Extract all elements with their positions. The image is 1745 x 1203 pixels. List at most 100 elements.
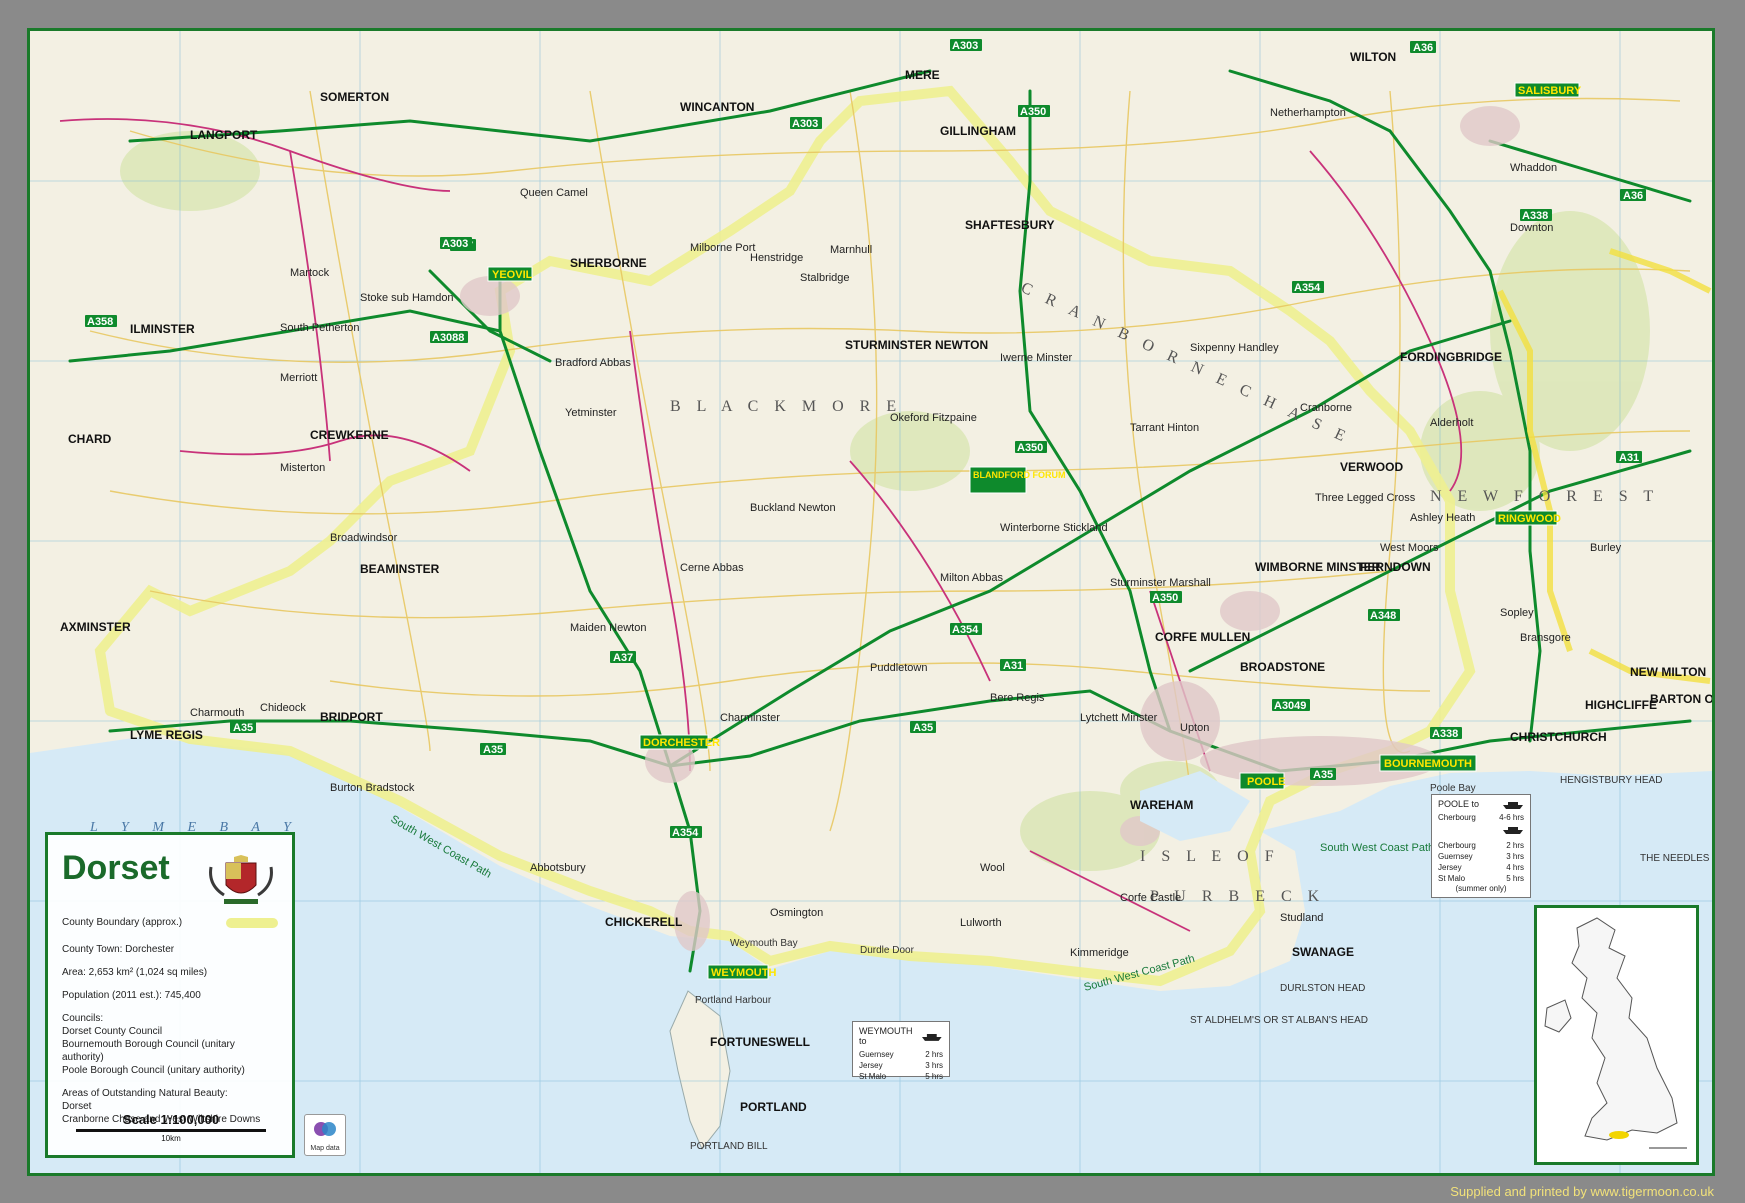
boundary-key-label: County Boundary (approx.) [62,917,183,928]
road-badge-a36: A36 [1410,41,1436,54]
village-label: Osmington [770,907,823,919]
village-label: Three Legged Cross [1315,492,1416,504]
town-shaftesbury: SHAFTESBURY [965,218,1055,232]
ferry-box-weymouth: WEYMOUTH to Guernsey 2 hrs Jersey 3 hrs St… [852,1021,950,1081]
area-label-new-forest: N E W F O R E S T [1430,488,1659,505]
boundary-swatch [226,917,278,928]
coat-of-arms-icon [209,855,273,904]
svg-text:A348: A348 [1370,610,1396,622]
ferry-poole-row-2: Guernsey 3 hrs [1438,852,1524,861]
inset-locator-map [1534,905,1699,1165]
dorset-marker [1609,1131,1629,1139]
town-portland: PORTLAND [740,1100,807,1114]
town-wilton: WILTON [1350,50,1396,64]
town-ferndown: FERNDOWN [1360,560,1431,574]
town-ilminster: ILMINSTER [130,322,195,336]
village-label: Misterton [280,462,325,474]
ferry-weymouth-row-0: Guernsey 2 hrs [859,1050,943,1059]
town-sturminster-newton: STURMINSTER NEWTON [845,338,988,352]
village-label: Milborne Port [690,242,755,254]
village-label: Martock [290,267,330,279]
scale-bar [76,1129,266,1132]
village-label: Milton Abbas [940,572,1003,584]
road-badge-a35: A35 [480,743,506,756]
svg-text:POOLE: POOLE [1247,776,1286,788]
aonb-heading: Areas of Outstanding Natural Beauty: [62,1088,228,1099]
road-badge-a350: A350 [1018,105,1050,118]
svg-text:YEOVIL: YEOVIL [492,269,533,281]
ferry-poole-title: POOLE to [1438,799,1480,809]
area-text: Area: 2,653 km² (1,024 sq miles) [62,967,208,978]
village-label: Chideock [260,702,306,714]
population-text: Population (2011 est.): 745,400 [62,990,201,1001]
road-badge-a35: A35 [230,721,256,734]
svg-text:A31: A31 [1003,660,1023,672]
village-label: Yetminster [565,407,617,419]
ferry-poole-row-1: Cherbourg 2 hrs [1438,841,1524,850]
village-label: Maiden Newton [570,622,646,634]
road-badge-a31: A31 [1616,451,1642,464]
primary-town-poole: POOLE [1239,772,1286,790]
headland-st-aldhelms-head: ST ALDHELM'S OR ST ALBAN'S HEAD [1190,1015,1368,1026]
village-label: Merriott [280,372,317,384]
ship-icon [922,1033,943,1041]
svg-text:A358: A358 [87,316,113,328]
village-label: Corfe Castle [1120,892,1181,904]
village-label: Stoke sub Hamdon [360,292,454,304]
label-durdle-door: Durdle Door [860,945,915,956]
village-label: Marnhull [830,244,872,256]
svg-text:A35: A35 [1313,769,1333,781]
village-label: Bradford Abbas [555,357,631,369]
village-label: Upton [1180,722,1209,734]
village-label: Netherhampton [1270,107,1346,119]
primary-town-weymouth: WEYMOUTH [707,964,776,980]
village-label: Broadwindsor [330,532,398,544]
town-swanage: SWANAGE [1292,945,1354,959]
town-broadstone: BROADSTONE [1240,660,1325,674]
town-wincanton: WINCANTON [680,100,754,114]
village-label: Iwerne Minster [1000,352,1072,364]
svg-text:WEYMOUTH: WEYMOUTH [711,967,776,979]
road-badge-a35: A35 [910,721,936,734]
svg-text:A338: A338 [1432,728,1458,740]
village-label: Tarrant Hinton [1130,422,1199,434]
village-label: Abbotsbury [530,862,586,874]
village-label: Studland [1280,912,1323,924]
town-verwood: VERWOOD [1340,460,1403,474]
village-label: Charminster [720,712,780,724]
town-christchurch: CHRISTCHURCH [1510,730,1607,744]
village-label: Burley [1590,542,1622,554]
svg-text:A35: A35 [483,744,503,756]
road-badge-a354: A354 [1292,281,1324,294]
town-crewkerne: CREWKERNE [310,428,389,442]
road-badge-a350: A350 [1015,441,1047,454]
ferry-box-poole: POOLE to Cherbourg 4-6 hrs Cherbourg 2 hrs… [1431,794,1531,898]
ferry-poole-row-4: St Malo 5 hrs [1438,874,1524,883]
village-label: Bransgore [1520,632,1571,644]
scale-unit: 10km [161,1134,181,1143]
supplier-credit: Supplied and printed by www.tigermoon.co… [1450,1184,1714,1199]
scale-bar-group: Scale 1:100,000 10km [76,1112,266,1143]
road-badge-a36: A36 [1620,189,1646,202]
town-new-milton: NEW MILTON [1630,665,1706,679]
map-data-logo: Map data [304,1114,346,1156]
councils-heading: Councils: [62,1013,104,1024]
village-label: Stalbridge [800,272,850,284]
svg-text:A303: A303 [952,40,978,52]
village-label: Bere Regis [990,692,1045,704]
svg-text:A3049: A3049 [1274,700,1306,712]
svg-text:A350: A350 [1152,592,1178,604]
council-item: Poole Borough Council (unitary authority… [62,1065,245,1076]
village-label: West Moors [1380,542,1439,554]
map-data-label: Map data [310,1145,340,1152]
coast-path-label-east: South West Coast Path [1320,842,1434,854]
svg-text:BLANDFORD FORUM: BLANDFORD FORUM [973,470,1066,480]
svg-text:A350: A350 [1020,106,1046,118]
svg-text:A36: A36 [1413,42,1433,54]
svg-text:SALISBURY: SALISBURY [1518,85,1582,97]
ferry-weymouth-row-2: St Malo 5 hrs [859,1072,943,1081]
primary-town-dorchester: DORCHESTER [639,734,720,750]
area-label-blackmore: B L A C K M O R E [670,398,902,415]
svg-text:RINGWOOD: RINGWOOD [1498,513,1561,525]
label-poole-bay: Poole Bay [1430,783,1476,794]
